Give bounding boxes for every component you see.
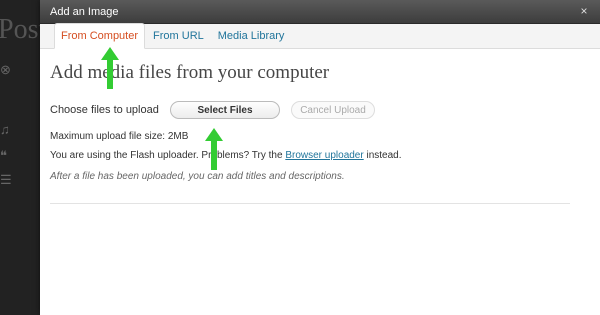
tab-media-library[interactable]: Media Library (212, 24, 291, 48)
bg-music-icon: ♫ (0, 122, 10, 137)
flash-uploader-notice: You are using the Flash uploader. Proble… (50, 150, 570, 161)
upload-panel: Add media files from your computer Choos… (50, 48, 570, 182)
dialog-titlebar: Add an Image (40, 0, 600, 24)
bg-align-icon: ☰ (0, 172, 12, 187)
divider (50, 203, 570, 204)
browser-uploader-link[interactable]: Browser uploader (285, 150, 363, 161)
dialog-title: Add an Image (50, 5, 119, 18)
tab-bar: From Computer From URL Media Library (40, 23, 600, 49)
after-upload-hint: After a file has been uploaded, you can … (50, 171, 345, 182)
bg-quote-icon: ❝ (0, 148, 7, 163)
max-upload-size: Maximum upload file size: 2MB (50, 131, 189, 142)
choose-files-row: Choose files to upload Select Files Canc… (50, 101, 570, 119)
page-title: Add media files from your computer (50, 62, 330, 83)
bg-toolbar-fragment: ⊗ (0, 62, 11, 77)
arrow-up-icon (101, 47, 119, 89)
flash-notice-suffix: instead. (363, 150, 402, 161)
cancel-upload-button[interactable]: Cancel Upload (291, 101, 375, 119)
arrow-up-icon (205, 128, 223, 170)
flash-notice-prefix: You are using the Flash uploader. Proble… (50, 150, 286, 161)
tab-from-url[interactable]: From URL (147, 24, 210, 48)
tab-from-computer[interactable]: From Computer (54, 23, 146, 49)
add-image-dialog: Add an Image × From Computer From URL Me… (40, 0, 600, 315)
choose-files-label: Choose files to upload (50, 104, 159, 116)
close-icon[interactable]: × (577, 4, 591, 18)
select-files-button[interactable]: Select Files (170, 101, 280, 119)
